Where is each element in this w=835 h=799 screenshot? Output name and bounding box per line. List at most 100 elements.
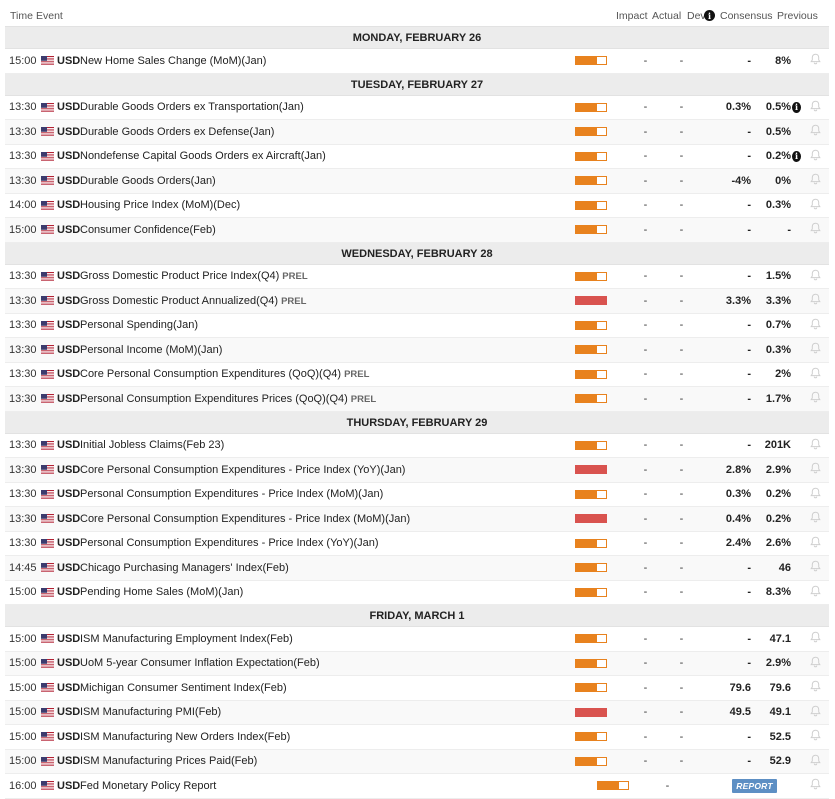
bell-icon[interactable] bbox=[809, 100, 821, 115]
event-name[interactable]: ISM Manufacturing New Orders Index(Feb) bbox=[80, 731, 290, 743]
event-row[interactable]: 15:00 USD ISM Manufacturing Prices Paid(F… bbox=[5, 749, 829, 774]
event-name-cell[interactable]: Core Personal Consumption Expenditures -… bbox=[80, 464, 575, 476]
event-row[interactable]: 16:00 USD Fed Monetary Policy Report - REPO… bbox=[5, 774, 829, 799]
bell-icon[interactable] bbox=[809, 367, 821, 382]
info-icon[interactable]: i bbox=[704, 10, 715, 21]
header-previous[interactable]: Previous bbox=[777, 10, 829, 22]
event-name-cell[interactable]: Durable Goods Orders ex Transportation(J… bbox=[80, 101, 575, 113]
bell-icon[interactable] bbox=[809, 487, 821, 502]
event-row[interactable]: 15:00 USD UoM 5-year Consumer Inflation E… bbox=[5, 651, 829, 676]
event-row[interactable]: 15:00 USD ISM Manufacturing New Orders In… bbox=[5, 725, 829, 750]
event-row[interactable]: 13:30 USD Core Personal Consumption Expen… bbox=[5, 363, 829, 387]
event-name-cell[interactable]: ISM Manufacturing New Orders Index(Feb) bbox=[80, 731, 575, 743]
header-time[interactable]: Time bbox=[5, 10, 36, 22]
bell-icon[interactable] bbox=[809, 705, 821, 720]
event-name[interactable]: ISM Manufacturing Prices Paid(Feb) bbox=[80, 755, 257, 767]
bell-cell[interactable] bbox=[801, 778, 829, 793]
bell-icon[interactable] bbox=[809, 198, 821, 213]
event-name[interactable]: Initial Jobless Claims(Feb 23) bbox=[80, 439, 224, 451]
bell-icon[interactable] bbox=[809, 53, 821, 68]
bell-icon[interactable] bbox=[809, 560, 821, 575]
event-name[interactable]: New Home Sales Change (MoM)(Jan) bbox=[80, 55, 266, 67]
event-row[interactable]: 15:00 USD Michigan Consumer Sentiment Ind… bbox=[5, 676, 829, 701]
bell-cell[interactable] bbox=[801, 680, 829, 695]
event-name-cell[interactable]: Pending Home Sales (MoM)(Jan) bbox=[80, 586, 575, 598]
event-name[interactable]: Durable Goods Orders ex Transportation(J… bbox=[80, 101, 304, 113]
bell-icon[interactable] bbox=[809, 391, 821, 406]
bell-icon[interactable] bbox=[809, 536, 821, 551]
bell-cell[interactable] bbox=[801, 269, 829, 284]
event-name[interactable]: Nondefense Capital Goods Orders ex Aircr… bbox=[80, 150, 326, 162]
event-row[interactable]: 13:30 USD Durable Goods Orders ex Transpo… bbox=[5, 96, 829, 120]
bell-cell[interactable] bbox=[801, 462, 829, 477]
event-name-cell[interactable]: Nondefense Capital Goods Orders ex Aircr… bbox=[80, 150, 575, 162]
bell-icon[interactable] bbox=[809, 511, 821, 526]
bell-icon[interactable] bbox=[809, 631, 821, 646]
event-name-cell[interactable]: Personal Consumption Expenditures - Pric… bbox=[80, 488, 575, 500]
event-name[interactable]: Durable Goods Orders ex Defense(Jan) bbox=[80, 126, 274, 138]
info-icon[interactable]: i bbox=[792, 150, 801, 162]
event-row[interactable]: 15:00 USD ISM Manufacturing PMI(Feb) - - 49.… bbox=[5, 700, 829, 725]
bell-icon[interactable] bbox=[809, 124, 821, 139]
event-name-cell[interactable]: Gross Domestic Product Annualized(Q4) PRE… bbox=[80, 295, 575, 307]
bell-cell[interactable] bbox=[801, 198, 829, 213]
event-name-cell[interactable]: Personal Income (MoM)(Jan) bbox=[80, 344, 575, 356]
event-name-cell[interactable]: Durable Goods Orders ex Defense(Jan) bbox=[80, 126, 575, 138]
event-name-cell[interactable]: ISM Manufacturing Prices Paid(Feb) bbox=[80, 755, 575, 767]
bell-cell[interactable] bbox=[801, 293, 829, 308]
event-name-cell[interactable]: Core Personal Consumption Expenditures (… bbox=[80, 368, 575, 380]
bell-cell[interactable] bbox=[801, 536, 829, 551]
event-row[interactable]: 13:30 USD Personal Consumption Expenditur… bbox=[5, 483, 829, 507]
bell-cell[interactable] bbox=[801, 391, 829, 406]
report-button[interactable]: REPORT bbox=[732, 778, 777, 793]
bell-cell[interactable] bbox=[801, 754, 829, 769]
event-name[interactable]: ISM Manufacturing PMI(Feb) bbox=[80, 706, 221, 718]
bell-icon[interactable] bbox=[809, 173, 821, 188]
bell-cell[interactable] bbox=[801, 173, 829, 188]
bell-cell[interactable] bbox=[801, 656, 829, 671]
bell-icon[interactable] bbox=[809, 585, 821, 600]
bell-cell[interactable] bbox=[801, 222, 829, 237]
event-name-cell[interactable]: Chicago Purchasing Managers' Index(Feb) bbox=[80, 562, 575, 574]
bell-icon[interactable] bbox=[809, 754, 821, 769]
bell-cell[interactable] bbox=[801, 124, 829, 139]
event-name[interactable]: Core Personal Consumption Expenditures -… bbox=[80, 464, 405, 476]
header-event[interactable]: Event bbox=[36, 10, 616, 22]
bell-cell[interactable] bbox=[801, 318, 829, 333]
event-row[interactable]: 13:30 USD Core Personal Consumption Expen… bbox=[5, 507, 829, 532]
event-row[interactable]: 13:30 USD Core Personal Consumption Expen… bbox=[5, 458, 829, 483]
bell-cell[interactable] bbox=[801, 729, 829, 744]
bell-cell[interactable] bbox=[801, 53, 829, 68]
event-name-cell[interactable]: Consumer Confidence(Feb) bbox=[80, 224, 575, 236]
event-name[interactable]: Personal Income (MoM)(Jan) bbox=[80, 344, 222, 356]
bell-icon[interactable] bbox=[809, 438, 821, 453]
event-name[interactable]: Michigan Consumer Sentiment Index(Feb) bbox=[80, 682, 287, 694]
event-row[interactable]: 13:30 USD Personal Spending(Jan) - - - 0.7% bbox=[5, 314, 829, 338]
event-name[interactable]: Personal Consumption Expenditures - Pric… bbox=[80, 537, 379, 549]
bell-cell[interactable] bbox=[801, 631, 829, 646]
bell-icon[interactable] bbox=[809, 293, 821, 308]
event-row[interactable]: 13:30 USD Durable Goods Orders ex Defense… bbox=[5, 120, 829, 145]
bell-cell[interactable] bbox=[801, 100, 829, 115]
bell-icon[interactable] bbox=[809, 778, 821, 793]
event-row[interactable]: 15:00 USD New Home Sales Change (MoM)(Jan… bbox=[5, 49, 829, 74]
bell-icon[interactable] bbox=[809, 680, 821, 695]
event-name[interactable]: Consumer Confidence(Feb) bbox=[80, 224, 216, 236]
bell-cell[interactable] bbox=[801, 149, 829, 164]
bell-icon[interactable] bbox=[809, 462, 821, 477]
bell-icon[interactable] bbox=[809, 342, 821, 357]
event-name-cell[interactable]: Core Personal Consumption Expenditures -… bbox=[80, 513, 575, 525]
header-impact[interactable]: Impact bbox=[616, 10, 652, 22]
event-name[interactable]: Chicago Purchasing Managers' Index(Feb) bbox=[80, 562, 289, 574]
event-row[interactable]: 15:00 USD Pending Home Sales (MoM)(Jan) - -… bbox=[5, 581, 829, 605]
event-name[interactable]: Gross Domestic Product Price Index(Q4) bbox=[80, 270, 279, 282]
bell-cell[interactable] bbox=[801, 438, 829, 453]
header-info[interactable]: i bbox=[704, 10, 720, 21]
event-name[interactable]: Pending Home Sales (MoM)(Jan) bbox=[80, 586, 243, 598]
bell-cell[interactable] bbox=[801, 487, 829, 502]
event-name-cell[interactable]: Durable Goods Orders(Jan) bbox=[80, 175, 575, 187]
bell-cell[interactable] bbox=[801, 585, 829, 600]
event-row[interactable]: 15:00 USD Consumer Confidence(Feb) - - - - bbox=[5, 218, 829, 243]
event-row[interactable]: 13:30 USD Personal Income (MoM)(Jan) - - - 0.… bbox=[5, 338, 829, 363]
event-name-cell[interactable]: Gross Domestic Product Price Index(Q4) PR… bbox=[80, 270, 575, 282]
